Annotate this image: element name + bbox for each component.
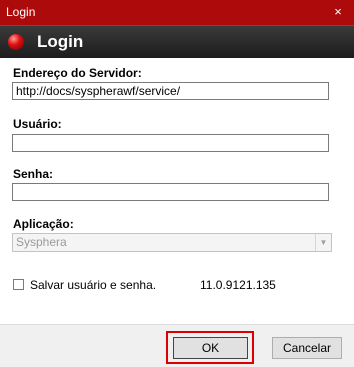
server-label: Endereço do Servidor: bbox=[13, 66, 142, 80]
server-input[interactable]: http://docs/syspherawf/service/ bbox=[12, 82, 329, 100]
password-label: Senha: bbox=[13, 167, 54, 181]
window-title: Login bbox=[6, 5, 36, 19]
chevron-down-icon[interactable]: ▼ bbox=[315, 234, 331, 251]
app-select-value: Sysphera bbox=[16, 235, 67, 249]
ok-button[interactable]: OK bbox=[173, 337, 248, 359]
red-ball-icon bbox=[8, 34, 24, 50]
cancel-button[interactable]: Cancelar bbox=[272, 337, 342, 359]
header-title: Login bbox=[37, 32, 84, 51]
user-label: Usuário: bbox=[13, 117, 62, 131]
app-select[interactable]: Sysphera ▼ bbox=[12, 233, 332, 252]
dialog-header: Login bbox=[0, 25, 354, 59]
user-input[interactable] bbox=[12, 134, 329, 152]
app-label: Aplicação: bbox=[13, 217, 74, 231]
version-text: 11.0.9121.135 bbox=[200, 278, 276, 292]
close-icon[interactable]: × bbox=[330, 4, 346, 20]
title-bar: Login × bbox=[0, 0, 354, 25]
save-credentials-label[interactable]: Salvar usuário e senha. bbox=[30, 278, 156, 292]
password-input[interactable] bbox=[12, 183, 329, 201]
footer-divider bbox=[0, 324, 354, 325]
save-credentials-checkbox[interactable] bbox=[13, 279, 24, 290]
